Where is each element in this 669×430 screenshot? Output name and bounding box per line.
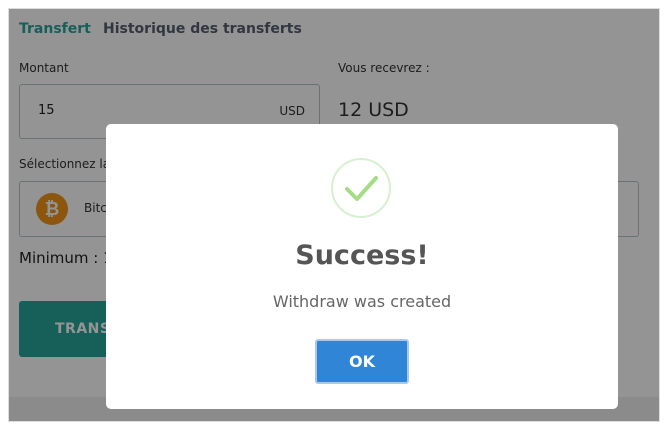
- success-dialog: Success! Withdraw was created OK: [106, 124, 618, 409]
- check-icon: [331, 158, 391, 218]
- dialog-message: Withdraw was created: [272, 292, 452, 311]
- ok-button[interactable]: OK: [315, 339, 409, 384]
- dialog-title: Success!: [295, 240, 429, 271]
